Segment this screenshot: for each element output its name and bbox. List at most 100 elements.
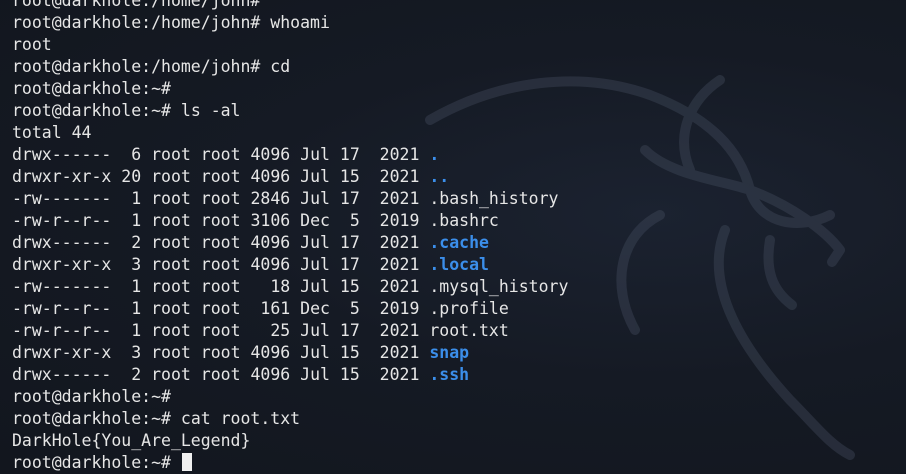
link-count: 20 (121, 167, 142, 186)
file-name: .cache (429, 233, 489, 252)
file-owner: root (151, 299, 191, 318)
terminal-output: root@darkhole:/home/john# root@darkhole:/… (12, 0, 906, 474)
link-count: 1 (121, 277, 142, 296)
file-year: 2021 (369, 343, 420, 362)
file-group: root (200, 167, 241, 186)
file-group: root (200, 277, 241, 296)
file-permissions: -rw-r--r-- (12, 321, 112, 340)
file-name: .. (429, 167, 450, 186)
file-name: .mysql_history (429, 277, 569, 296)
file-name: .ssh (429, 365, 470, 384)
directory-listing-row: drwxr-xr-x 3 root root 4096 Jul 15 2021 … (12, 342, 906, 364)
shell-prompt: root@darkhole:~# (12, 409, 171, 428)
link-count: 3 (121, 343, 142, 362)
file-owner: root (151, 365, 191, 384)
file-owner: root (151, 167, 191, 186)
file-day: 5 (339, 211, 360, 230)
file-year: 2021 (369, 145, 420, 164)
command-text (171, 453, 181, 472)
file-group: root (200, 321, 241, 340)
file-size: 3106 (250, 211, 291, 230)
shell-prompt: root@darkhole:~# (12, 101, 171, 120)
file-size: 4096 (250, 145, 291, 164)
file-permissions: drwxr-xr-x (12, 343, 112, 362)
file-permissions: -rw-r--r-- (12, 211, 112, 230)
file-year: 2021 (369, 255, 420, 274)
file-group: root (200, 189, 241, 208)
directory-listing-row: -rw-r--r-- 1 root root 3106 Dec 5 2019 .… (12, 210, 906, 232)
file-year: 2021 (369, 167, 420, 186)
file-size: 4096 (250, 255, 291, 274)
file-size: 25 (250, 321, 291, 340)
directory-listing-row: -rw-r--r-- 1 root root 25 Jul 17 2021 ro… (12, 320, 906, 342)
file-permissions: drwxr-xr-x (12, 167, 112, 186)
file-permissions: drwx------ (12, 365, 112, 384)
file-month: Jul (300, 189, 330, 208)
file-name: .bash_history (429, 189, 559, 208)
file-day: 15 (339, 277, 360, 296)
file-permissions: drwx------ (12, 145, 112, 164)
file-size: 2846 (250, 189, 291, 208)
directory-listing-row: drwxr-xr-x 20 root root 4096 Jul 15 2021… (12, 166, 906, 188)
file-group: root (200, 211, 241, 230)
prompt-line: root@darkhole:~# (12, 386, 906, 408)
file-day: 5 (339, 299, 360, 318)
file-owner: root (151, 277, 191, 296)
link-count: 1 (121, 211, 142, 230)
shell-prompt: root@darkhole:/home/john# (12, 13, 261, 32)
file-group: root (200, 365, 241, 384)
file-name: .bashrc (429, 211, 499, 230)
prompt-line: root@darkhole:/home/john# whoami (12, 12, 906, 34)
file-name: . (429, 145, 440, 164)
file-name: .profile (429, 299, 509, 318)
prompt-line: root@darkhole:/home/john# cd (12, 56, 906, 78)
file-size: 4096 (250, 233, 291, 252)
file-month: Jul (300, 343, 330, 362)
shell-prompt: root@darkhole:/home/john# (12, 0, 261, 10)
file-group: root (200, 299, 241, 318)
directory-listing-row: drwx------ 2 root root 4096 Jul 15 2021 … (12, 364, 906, 386)
command-text: ls -al (170, 101, 241, 120)
link-count: 3 (121, 255, 142, 274)
file-day: 17 (339, 255, 360, 274)
file-day: 17 (339, 233, 360, 252)
file-name: .local (429, 255, 489, 274)
prompt-line: root@darkhole:~# (12, 452, 906, 474)
file-size: 4096 (250, 365, 291, 384)
file-permissions: -rw------- (12, 189, 112, 208)
file-month: Jul (300, 321, 330, 340)
file-name: snap (429, 343, 470, 362)
file-owner: root (151, 255, 191, 274)
file-owner: root (151, 321, 191, 340)
directory-listing-row: drwx------ 2 root root 4096 Jul 17 2021 … (12, 232, 906, 254)
file-size: 4096 (250, 167, 291, 186)
file-owner: root (151, 145, 191, 164)
link-count: 2 (121, 233, 142, 252)
shell-prompt: root@darkhole:/home/john# (12, 57, 261, 76)
file-year: 2021 (369, 321, 420, 340)
directory-listing-row: -rw-r--r-- 1 root root 161 Dec 5 2019 .p… (12, 298, 906, 320)
file-group: root (200, 255, 241, 274)
directory-listing-row: drwxr-xr-x 3 root root 4096 Jul 17 2021 … (12, 254, 906, 276)
file-owner: root (151, 343, 191, 362)
file-size: 4096 (250, 343, 291, 362)
prompt-line: root@darkhole:~# ls -al (12, 100, 906, 122)
terminal-window[interactable]: root@darkhole:/home/john# root@darkhole:/… (0, 0, 906, 474)
prompt-line: root@darkhole:/home/john# (12, 0, 906, 12)
text-cursor[interactable] (181, 453, 192, 471)
file-month: Jul (300, 233, 330, 252)
file-day: 17 (339, 321, 360, 340)
output-line: root (12, 34, 906, 56)
file-year: 2019 (369, 299, 420, 318)
directory-listing-row: -rw------- 1 root root 18 Jul 15 2021 .m… (12, 276, 906, 298)
file-name: root.txt (429, 321, 509, 340)
file-year: 2021 (369, 365, 420, 384)
file-day: 15 (339, 343, 360, 362)
file-year: 2021 (369, 233, 420, 252)
file-day: 17 (339, 145, 360, 164)
file-group: root (200, 343, 241, 362)
file-size: 18 (250, 277, 291, 296)
file-owner: root (151, 189, 191, 208)
output-text: total 44 (12, 123, 92, 142)
file-year: 2019 (369, 211, 420, 230)
